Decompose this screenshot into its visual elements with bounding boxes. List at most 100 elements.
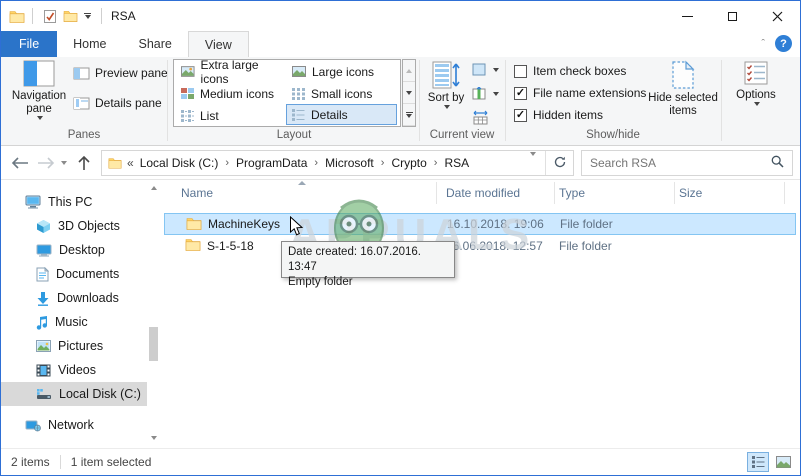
close-button[interactable]	[755, 1, 800, 31]
desktop-icon	[36, 244, 52, 257]
file-row-s-1-5-18[interactable]: S-1-5-18 16.06.2018. 12:57 File folder	[164, 235, 796, 257]
large-icons-option[interactable]: Large icons	[287, 61, 398, 82]
column-divider[interactable]	[674, 182, 675, 204]
close-icon	[772, 11, 783, 21]
options-label: Options	[736, 89, 776, 101]
breadcrumb-item-rsa[interactable]: RSA	[440, 156, 473, 170]
file-name-extensions-label: File name extensions	[533, 86, 647, 100]
tab-share[interactable]: Share	[123, 31, 188, 57]
breadcrumb-separator-icon[interactable]: ›	[431, 157, 441, 169]
breadcrumb-item-microsoft[interactable]: Microsoft	[321, 156, 378, 170]
breadcrumb-item-programdata[interactable]: ProgramData	[232, 156, 311, 170]
preview-pane-button[interactable]: Preview pane	[73, 66, 168, 80]
sidebar-item-label: This PC	[48, 195, 93, 209]
qat-customize-dropdown[interactable]	[84, 13, 91, 19]
breadcrumb-separator-icon[interactable]: ›	[378, 157, 388, 169]
details-view-button[interactable]	[747, 452, 769, 472]
hidden-items-checkbox[interactable]: ✓ Hidden items	[514, 108, 603, 122]
medium-icons-label: Medium icons	[200, 86, 275, 101]
sidebar-item-local-disk-c[interactable]: Local Disk (C:)	[1, 382, 147, 406]
breadcrumb[interactable]: « Local Disk (C:) › ProgramData › Micros…	[101, 150, 574, 176]
scrollbar-down-button[interactable]	[148, 432, 159, 444]
sidebar-item-network[interactable]: Network	[1, 413, 147, 437]
sort-by-button[interactable]: Sort by	[425, 60, 467, 109]
chevron-down-icon	[530, 152, 536, 170]
hide-selected-items-button[interactable]: Hide selected items	[647, 60, 719, 118]
size-columns-button[interactable]	[472, 110, 489, 125]
file-date-modified: 16.06.2018. 12:57	[446, 239, 543, 253]
item-check-boxes-label: Item check boxes	[533, 64, 627, 78]
network-icon	[25, 419, 41, 432]
gallery-scroll-up-button[interactable]	[403, 60, 415, 82]
back-button[interactable]	[9, 153, 31, 173]
dropdown-arrow-icon	[493, 91, 499, 96]
3d-objects-icon	[36, 219, 51, 234]
sidebar-item-music[interactable]: Music	[1, 310, 147, 334]
search-input[interactable]	[582, 156, 763, 170]
small-icons-option[interactable]: Small icons	[287, 83, 398, 104]
help-icon[interactable]: ?	[775, 35, 792, 52]
sidebar-item-desktop[interactable]: Desktop	[1, 238, 147, 262]
column-header-date-modified[interactable]: Date modified	[446, 186, 520, 200]
status-bar: 2 items 1 item selected	[1, 448, 800, 475]
search-button[interactable]	[763, 155, 792, 171]
options-button[interactable]: Options	[728, 60, 784, 106]
qat-dropdown-icon	[84, 13, 91, 19]
main-content: This PC 3D Objects Desktop Documents Dow…	[1, 180, 800, 448]
up-button[interactable]	[73, 153, 95, 173]
minimize-button[interactable]	[665, 1, 710, 31]
thumbnails-view-button[interactable]	[772, 452, 794, 472]
details-option-selected[interactable]: Details	[286, 104, 397, 125]
group-by-button[interactable]	[472, 63, 499, 76]
breadcrumb-separator-icon[interactable]: ›	[222, 157, 232, 169]
details-pane-button[interactable]: Details pane	[73, 96, 162, 110]
tab-view[interactable]: View	[187, 31, 249, 57]
file-date-modified: 16.10.2018. 19:06	[447, 217, 544, 231]
tab-file[interactable]: File	[1, 31, 58, 57]
column-divider[interactable]	[554, 182, 555, 204]
medium-icons-option[interactable]: Medium icons	[176, 83, 287, 104]
extra-large-icons-option[interactable]: Extra large icons	[176, 58, 287, 86]
details-pane-label: Details pane	[95, 96, 162, 110]
sidebar-item-documents[interactable]: Documents	[1, 262, 147, 286]
sidebar-item-pictures[interactable]: Pictures	[1, 334, 147, 358]
column-divider[interactable]	[784, 182, 785, 204]
gallery-expand-button[interactable]	[403, 104, 415, 126]
sidebar-item-this-pc[interactable]: This PC	[1, 190, 147, 214]
add-columns-button[interactable]	[472, 87, 499, 100]
column-divider[interactable]	[436, 182, 437, 204]
videos-icon	[36, 364, 51, 377]
navigation-pane-button[interactable]: Navigation pane	[9, 60, 69, 120]
file-row-machinekeys[interactable]: MachineKeys 16.10.2018. 19:06 File folde…	[164, 213, 796, 235]
breadcrumb-item-crypto[interactable]: Crypto	[387, 156, 430, 170]
collapse-ribbon-icon[interactable]: ˆ	[761, 38, 765, 50]
breadcrumb-item-local-disk[interactable]: Local Disk (C:)	[136, 156, 223, 170]
item-check-boxes-checkbox[interactable]: Item check boxes	[514, 64, 626, 78]
sidebar-item-videos[interactable]: Videos	[1, 358, 147, 382]
ribbon-tab-row: File Home Share View ˆ ?	[1, 31, 800, 57]
hide-selected-items-label: Hide selected items	[648, 92, 718, 117]
column-header-name[interactable]: Name	[181, 186, 213, 200]
breadcrumb-overflow[interactable]: «	[122, 156, 136, 170]
sidebar-item-downloads[interactable]: Downloads	[1, 286, 147, 310]
scrollbar-thumb[interactable]	[149, 327, 158, 361]
tab-home[interactable]: Home	[57, 31, 122, 57]
address-dropdown-button[interactable]	[522, 152, 544, 170]
recent-locations-dropdown[interactable]	[57, 153, 71, 173]
sidebar-item-3d-objects[interactable]: 3D Objects	[1, 214, 147, 238]
list-option[interactable]: List	[176, 105, 287, 126]
column-header-size[interactable]: Size	[679, 186, 702, 200]
column-header-type[interactable]: Type	[559, 186, 585, 200]
breadcrumb-separator-icon[interactable]: ›	[311, 157, 321, 169]
sidebar-item-label: Documents	[56, 267, 120, 281]
maximize-button[interactable]	[710, 1, 755, 31]
scrollbar-up-button[interactable]	[148, 182, 159, 194]
forward-button[interactable]	[35, 153, 57, 173]
sidebar-scrollbar[interactable]	[148, 182, 159, 444]
qat-newfolder-button[interactable]	[63, 10, 78, 22]
status-divider	[59, 455, 61, 469]
gallery-scroll-down-button[interactable]	[403, 82, 415, 104]
refresh-button[interactable]	[547, 156, 573, 171]
file-name-extensions-checkbox[interactable]: ✓ File name extensions	[514, 86, 646, 100]
qat-properties-button[interactable]	[43, 9, 57, 24]
